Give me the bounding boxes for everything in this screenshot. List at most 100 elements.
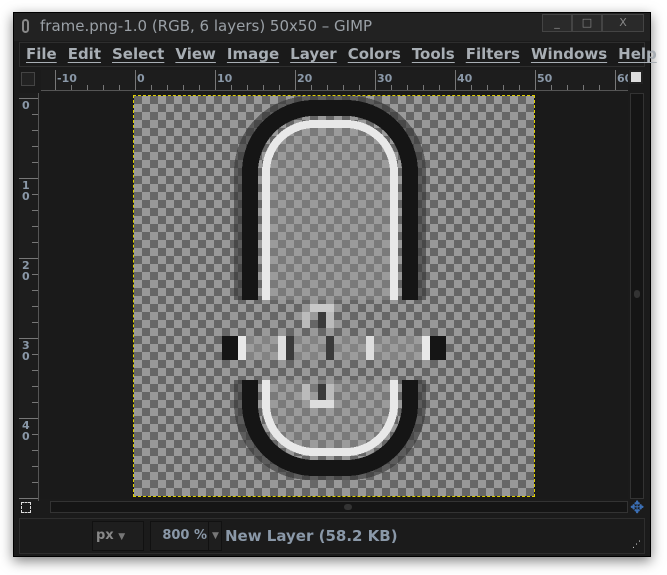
menu-windows[interactable]: Windows (525, 43, 612, 66)
maximize-button[interactable]: □ (572, 14, 602, 32)
ruler-label: 50 (537, 72, 553, 85)
menu-tools[interactable]: Tools (406, 43, 460, 66)
app-icon (22, 19, 29, 33)
ruler-label: 40 (22, 419, 30, 443)
menu-select[interactable]: Select (106, 43, 169, 66)
ruler-label: 10 (22, 179, 30, 203)
ruler-tick (19, 498, 38, 499)
ruler-tick (119, 85, 120, 90)
ruler-tick (551, 85, 552, 90)
ruler-tick (32, 242, 38, 243)
menu-image[interactable]: Image (221, 43, 284, 66)
ruler-tick (135, 70, 136, 90)
ruler-label: 30 (377, 72, 393, 85)
ruler-tick (583, 85, 584, 90)
menu-file[interactable]: File (20, 43, 62, 66)
quick-mask-icon[interactable] (21, 502, 31, 513)
ruler-tick (199, 85, 200, 90)
ruler-tick (263, 85, 264, 90)
ruler-tick (295, 70, 296, 90)
menu-view[interactable]: View (169, 43, 221, 66)
ruler-tick (535, 70, 536, 90)
unit-value: px (96, 528, 114, 543)
menu-colors[interactable]: Colors (342, 43, 406, 66)
move-arrows-icon[interactable]: ✥ (630, 498, 644, 518)
zoom-dropdown-button[interactable]: ▼ (208, 522, 222, 550)
ruler-tick (503, 85, 504, 90)
ruler-tick (231, 85, 232, 90)
chevron-down-icon: ▼ (118, 532, 126, 542)
gimp-window: frame.png-1.0 (RGB, 6 layers) 50x50 – GI… (13, 12, 657, 557)
menu-bar: File Edit Select View Image Layer Colors… (19, 42, 657, 67)
canvas-area[interactable] (40, 93, 628, 499)
ruler-tick (311, 85, 312, 90)
ruler-tick (375, 70, 376, 90)
ruler-tick (32, 434, 38, 435)
ruler-label: 20 (22, 259, 30, 283)
frame-shape (222, 96, 446, 480)
horizontal-ruler[interactable]: -10 0 10 20 30 40 50 60 (41, 70, 628, 91)
ruler-tick (32, 482, 38, 483)
ruler-tick (167, 85, 168, 90)
ruler-tick (519, 85, 520, 90)
ruler-label: 0 (22, 99, 30, 112)
navigate-icon[interactable] (629, 70, 643, 84)
menu-layer[interactable]: Layer (284, 43, 342, 66)
horizontal-scrollbar[interactable] (50, 501, 628, 513)
status-bar: px ▼ 800 % ▼ New Layer (58.2 KB) ⋰ (19, 518, 645, 554)
ruler-tick (32, 210, 38, 211)
ruler-tick (183, 85, 184, 90)
ruler-tick (103, 85, 104, 90)
ruler-tick (439, 85, 440, 90)
close-button[interactable]: X (602, 14, 644, 32)
menu-edit[interactable]: Edit (62, 43, 106, 66)
menu-filters[interactable]: Filters (460, 43, 525, 66)
ruler-label: -10 (57, 72, 77, 85)
ruler-label: 20 (297, 72, 313, 85)
ruler-label: 0 (137, 72, 145, 85)
ruler-tick (32, 402, 38, 403)
ruler-label: 10 (217, 72, 233, 85)
ruler-tick (423, 85, 424, 90)
menu-help[interactable]: Help (612, 43, 662, 66)
vertical-ruler[interactable]: 0 10 20 30 40 (19, 93, 39, 501)
window-title: frame.png-1.0 (RGB, 6 layers) 50x50 – GI… (40, 17, 373, 35)
ruler-tick (279, 85, 280, 90)
resize-grip-icon[interactable]: ⋰ (632, 540, 641, 550)
ruler-label: 60 (617, 72, 628, 85)
ruler-tick (32, 274, 38, 275)
zoom-value: 800 % (162, 528, 207, 543)
ruler-tick (599, 85, 600, 90)
ruler-tick (151, 85, 152, 90)
unit-selector[interactable]: px ▼ (92, 521, 144, 551)
ruler-tick (32, 450, 38, 451)
vertical-scrollbar[interactable] (630, 93, 644, 499)
ruler-tick (87, 85, 88, 90)
ruler-tick (32, 162, 38, 163)
title-bar: frame.png-1.0 (RGB, 6 layers) 50x50 – GI… (14, 13, 650, 41)
ruler-tick (32, 322, 38, 323)
ruler-tick (32, 370, 38, 371)
ruler-tick (215, 70, 216, 90)
ruler-tick (71, 85, 72, 90)
image-menu-button[interactable] (21, 72, 35, 86)
ruler-label: 30 (22, 339, 30, 363)
ruler-tick (32, 194, 38, 195)
ruler-label: 40 (457, 72, 473, 85)
ruler-tick (391, 85, 392, 90)
ruler-tick (32, 290, 38, 291)
ruler-tick (247, 85, 248, 90)
ruler-tick (455, 70, 456, 90)
ruler-tick (343, 85, 344, 90)
ruler-tick (407, 85, 408, 90)
ruler-tick (32, 306, 38, 307)
ruler-tick (32, 354, 38, 355)
ruler-tick (32, 146, 38, 147)
ruler-tick (32, 114, 38, 115)
ruler-tick (32, 466, 38, 467)
image-canvas[interactable] (133, 95, 535, 497)
layer-info: New Layer (58.2 KB) (225, 527, 398, 545)
minimize-button[interactable]: _ (542, 14, 572, 32)
ruler-tick (615, 70, 616, 90)
ruler-tick (471, 85, 472, 90)
